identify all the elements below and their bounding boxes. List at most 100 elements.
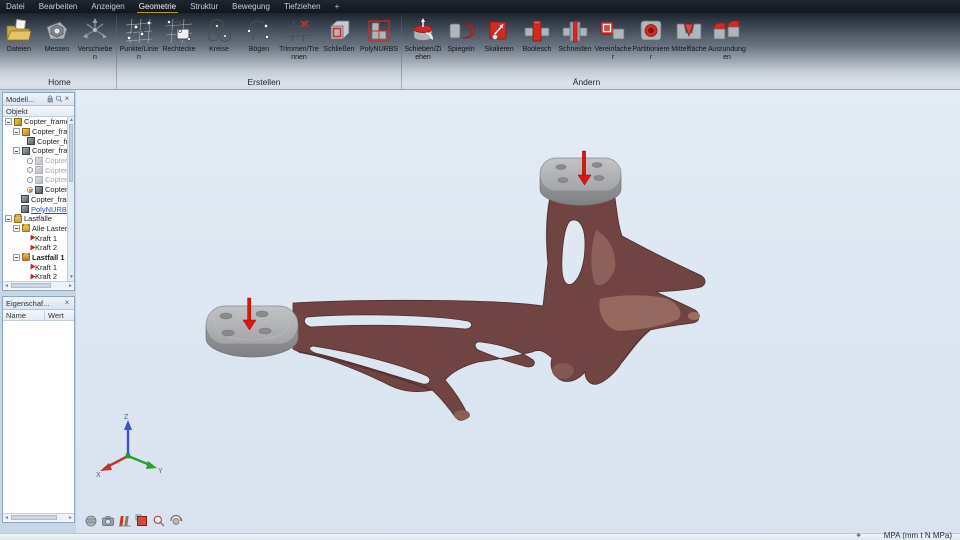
tool-label: Messen [44,46,70,53]
tree-item-copter-frame-v2[interactable]: Copter_frame_V2 [3,117,74,127]
collapse-icon[interactable] [5,215,12,223]
tree-item-part[interactable]: Copter_fra [3,136,74,146]
show-hide-icon[interactable] [118,514,132,528]
tree-item-alternative[interactable]: Copter [3,156,74,166]
radio-off-icon[interactable] [27,176,33,183]
tool-punkte-linien[interactable]: Punkte/Linien [119,15,159,61]
tool-rechtecke[interactable]: Rechtecke [159,15,199,54]
radio-off-icon[interactable] [27,167,33,174]
tool-label: Dateien [6,46,32,53]
tool-schneiden[interactable]: Schneiden [556,15,594,54]
home-view-icon[interactable] [84,514,98,528]
collapse-icon[interactable] [5,118,12,126]
tool-schieben-ziehen[interactable]: Schieben/Ziehen [404,15,442,61]
tree-item-copter-frame[interactable]: Copter_frame [3,127,74,137]
tree-item-copter-frame[interactable]: Copter_frame [3,146,74,156]
units-diamond-icon[interactable]: ✦ [855,531,862,540]
assembly-icon [14,117,22,126]
tool-boegen[interactable]: Bögen [239,15,279,54]
scrollbar-thumb[interactable] [11,283,51,288]
scroll-down-icon[interactable]: ▼ [68,274,74,281]
tool-verschieben[interactable]: Verschieben [76,15,114,61]
axis-triad: Z Y X [96,414,163,479]
tool-schliessen[interactable]: Schließen [319,15,359,54]
tool-kreise[interactable]: Kreise [199,15,239,54]
search-icon[interactable] [55,95,63,103]
collapse-icon[interactable] [13,253,20,261]
tool-trimmen-trennen[interactable]: Trimmen/Trennen [279,15,319,61]
motor-mount-left[interactable] [205,305,299,358]
tree-horizontal-scrollbar[interactable]: ◄ ► [3,281,74,289]
tree-item-lastfaelle[interactable]: Lastfälle [3,213,74,224]
scroll-right-icon[interactable]: ► [67,514,74,522]
fit-view-icon[interactable] [135,514,149,528]
menu-tiefziehen[interactable]: Tiefziehen [284,1,321,13]
menu-bearbeiten[interactable]: Bearbeiten [39,1,78,13]
pin-icon[interactable] [46,95,54,103]
collapse-icon[interactable] [13,128,20,136]
model-browser-title: Modell... [6,94,35,104]
radio-on-icon[interactable] [27,186,33,193]
properties-horizontal-scrollbar[interactable]: ◄ ► [3,513,74,521]
tool-dateien[interactable]: Dateien [0,15,38,54]
motor-mount-top[interactable] [539,157,622,206]
tree-vertical-scrollbar[interactable]: ▲ ▼ [67,117,74,281]
tool-messen[interactable]: Messen [38,15,76,54]
model-browser-panel: Modell... × Objekt Copter_frame_V2 Copte… [2,92,75,291]
properties-table-body [3,321,74,513]
properties-titlebar: Eigenschaf... × [3,297,74,310]
tree-item-kraft-1[interactable]: ▶ Kraft 1 [3,233,74,243]
collapse-icon[interactable] [13,147,20,155]
scroll-left-icon[interactable]: ◄ [3,282,10,290]
tree-item-kraft-2[interactable]: ▶ Kraft 2 [3,272,74,281]
tool-polynurbs[interactable]: PolyNURBS [359,15,399,54]
copter-frame-model[interactable]: Z Y X [76,90,960,533]
rotate-view-icon[interactable] [169,514,183,528]
spiegeln-icon [449,23,475,39]
tree-item-kraft-2[interactable]: ▶ Kraft 2 [3,243,74,253]
tool-boolesch[interactable]: Boolesch [518,15,556,54]
tree-item-alle-lasten[interactable]: Alle Lasten, V [3,223,74,234]
menu-geometrie[interactable]: Geometrie [136,1,179,14]
close-icon[interactable]: × [63,95,71,103]
tree-item-lastfall-1[interactable]: Lastfall 1 [3,252,74,263]
optimized-structure[interactable] [292,197,706,421]
tool-label: Rechtecke [162,46,196,53]
zoom-icon[interactable] [152,514,166,528]
radio-off-icon[interactable] [27,157,33,164]
scroll-up-icon[interactable]: ▲ [68,117,74,124]
menu-anzeigen[interactable]: Anzeigen [91,1,124,13]
close-icon[interactable]: × [63,299,71,307]
menu-bewegung[interactable]: Bewegung [232,1,270,13]
menu-struktur[interactable]: Struktur [190,1,218,13]
scroll-right-icon[interactable]: ► [67,282,74,290]
collapse-icon[interactable] [13,224,20,232]
tree-item-alternative-active[interactable]: Copter [3,185,74,195]
tree-item-alternative[interactable]: Copter [3,175,74,185]
units-label[interactable]: MPA (mm t N MPa) [884,531,952,540]
snapshot-icon[interactable] [101,514,115,528]
folder-icon [22,223,30,233]
scrollbar-thumb[interactable] [11,515,57,520]
menu-add-tab[interactable]: + [335,1,340,13]
tree-item-polynurbs[interactable]: PolyNURBS- [3,204,74,214]
scroll-left-icon[interactable]: ◄ [3,514,10,522]
loadcase-folder-icon [22,252,30,262]
tool-vereinfacher[interactable]: Vereinfacher [594,15,632,61]
tool-ausrundungen[interactable]: Ausrundungen [708,15,746,61]
tool-partitionierer[interactable]: Partitionierer [632,15,670,61]
tool-label: Ausrundungen [708,46,746,61]
scrollbar-thumb[interactable] [69,124,73,182]
tool-skalieren[interactable]: Skalieren [480,15,518,54]
tool-mittelflaeche[interactable]: Mittelfläche [670,15,708,54]
folder-icon [14,213,22,223]
tool-spiegeln[interactable]: Spiegeln [442,15,480,54]
tree-item-alternative[interactable]: Copter [3,165,74,175]
properties-panel: Eigenschaf... × Name Wert ◄ ► [2,296,75,523]
tree-column-header: Objekt [3,106,74,117]
schneiden-icon [562,20,588,43]
tree-item-part[interactable]: Copter_frame [3,195,74,205]
application-window: Datei Bearbeiten Anzeigen Geometrie Stru… [0,0,960,540]
tree-item-kraft-1[interactable]: ▶ Kraft 1 [3,262,74,272]
menu-datei[interactable]: Datei [6,1,25,13]
